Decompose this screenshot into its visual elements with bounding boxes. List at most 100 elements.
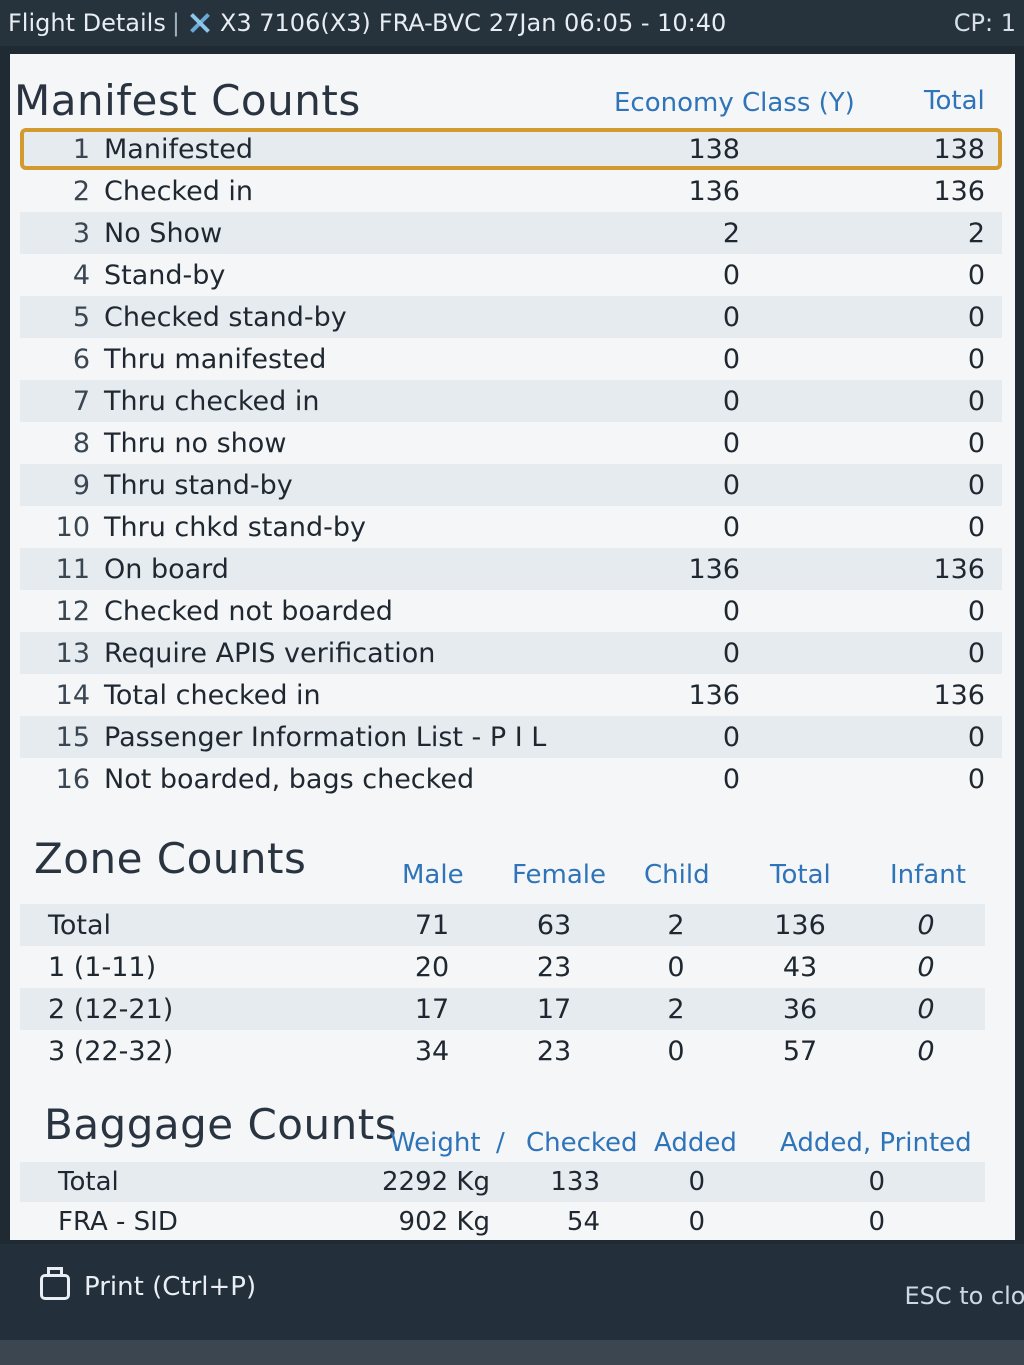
zone-male-value: 17 [414,993,450,1025]
zone-row[interactable]: 3 (22-32) 34 23 0 57 0 [20,1030,985,1072]
manifest-row-number: 6 [72,343,90,375]
manifest-row-number: 12 [55,595,90,627]
manifest-row[interactable]: 7 Thru checked in 0 0 [20,380,1002,422]
manifest-total-value: 0 [967,427,985,459]
manifest-total-value: 0 [967,469,985,501]
manifest-row[interactable]: 8 Thru no show 0 0 [20,422,1002,464]
manifest-row[interactable]: 1 Manifested 138 138 [20,128,1002,170]
manifest-row[interactable]: 3 No Show 2 2 [20,212,1002,254]
zone-row[interactable]: 1 (1-11) 20 23 0 43 0 [20,946,985,988]
zone-infant-value: 0 [917,909,935,941]
zone-child-value: 2 [667,993,685,1025]
baggage-table: Total 2292 Kg 133 0 0 FRA - SID 902 Kg 54 0 0 [20,1162,985,1242]
flight-date-time: 27Jan 06:05 - 10:40 [488,9,727,37]
zone-counts-title: Zone Counts [34,834,307,883]
zone-infant-value: 0 [917,951,935,983]
zone-male-value: 71 [414,909,450,941]
zone-female-value: 23 [536,1035,572,1067]
manifest-row-number: 1 [72,133,90,165]
zone-total-header: Total [770,860,831,890]
manifest-counts-title: Manifest Counts [14,76,361,125]
manifest-row[interactable]: 15 Passenger Information List - P I L 0 0 [20,716,1002,758]
manifest-row-number: 9 [72,469,90,501]
zone-male-value: 34 [414,1035,450,1067]
manifest-row[interactable]: 5 Checked stand-by 0 0 [20,296,1002,338]
manifest-economy-value: 2 [722,217,740,249]
manifest-row[interactable]: 6 Thru manifested 0 0 [20,338,1002,380]
manifest-row[interactable]: 16 Not boarded, bags checked 0 0 [20,758,1002,800]
manifest-row-label: Checked in [104,175,254,207]
manifest-row[interactable]: 12 Checked not boarded 0 0 [20,590,1002,632]
manifest-row-number: 13 [55,637,90,669]
zone-row-label: 3 (22-32) [48,1035,174,1067]
esc-close-hint[interactable]: ESC to clos [904,1282,1024,1310]
manifest-row-number: 10 [55,511,90,543]
manifest-row-label: Not boarded, bags checked [104,763,475,795]
baggage-row-label: FRA - SID [58,1207,178,1237]
manifest-total-header: Total [924,86,985,116]
route: FRA-BVC [378,9,481,37]
zone-child-value: 0 [667,1035,685,1067]
manifest-row-label: Passenger Information List - P I L [104,721,547,753]
manifest-row-number: 15 [55,721,90,753]
zone-row-label: 1 (1-11) [48,951,157,983]
baggage-row[interactable]: Total 2292 Kg 133 0 0 [20,1162,985,1202]
manifest-row[interactable]: 4 Stand-by 0 0 [20,254,1002,296]
manifest-row-label: On board [104,553,229,585]
manifest-economy-value: 0 [722,511,740,543]
zone-total-value: 36 [782,993,818,1025]
manifest-row-number: 5 [72,301,90,333]
manifest-row-number: 14 [55,679,90,711]
print-button[interactable]: Print (Ctrl+P) [40,1267,257,1302]
baggage-counts-title: Baggage Counts [44,1100,398,1149]
manifest-economy-value: 136 [688,553,740,585]
manifest-row[interactable]: 10 Thru chkd stand-by 0 0 [20,506,1002,548]
manifest-total-value: 0 [967,595,985,627]
zone-female-value: 63 [536,909,572,941]
manifest-row-label: Stand-by [104,259,226,291]
manifest-total-value: 0 [967,763,985,795]
manifest-economy-value: 0 [722,763,740,795]
printer-icon [40,1267,70,1300]
baggage-added-printed-value: 0 [868,1167,885,1197]
manifest-row-label: Thru checked in [104,385,320,417]
manifest-total-value: 138 [933,133,985,165]
manifest-row[interactable]: 2 Checked in 136 136 [20,170,1002,212]
baggage-checked-value: 133 [550,1167,600,1197]
zone-infant-header: Infant [890,860,966,890]
manifest-table: 1 Manifested 138 138 2 Checked in 136 136 3 No Sh… [20,128,1002,800]
manifest-economy-value: 136 [688,175,740,207]
manifest-row[interactable]: 9 Thru stand-by 0 0 [20,464,1002,506]
zone-row[interactable]: 2 (12-21) 17 17 2 36 0 [20,988,985,1030]
title-separator: | [171,9,180,37]
airline-logo-icon [186,11,212,35]
baggage-row[interactable]: FRA - SID 902 Kg 54 0 0 [20,1202,985,1242]
zone-row[interactable]: Total 71 63 2 136 0 [20,904,985,946]
zone-male-value: 20 [414,951,450,983]
manifest-row-label: Checked stand-by [104,301,347,333]
flight-number: X3 7106(X3) [219,9,371,37]
manifest-economy-value: 0 [722,385,740,417]
baggage-added-header: Added [654,1128,737,1158]
cp-indicator: CP: 1 [953,9,1016,37]
manifest-row-number: 3 [72,217,90,249]
baggage-added-printed-header: Added, Printed [780,1128,972,1158]
print-label: Print (Ctrl+P) [84,1272,257,1302]
manifest-row[interactable]: 11 On board 136 136 [20,548,1002,590]
baggage-added-value: 0 [688,1207,705,1237]
manifest-total-value: 0 [967,637,985,669]
economy-class-header: Economy Class (Y) [614,88,855,118]
manifest-economy-value: 0 [722,301,740,333]
manifest-row[interactable]: 13 Require APIS verification 0 0 [20,632,1002,674]
zone-row-label: 2 (12-21) [48,993,174,1025]
manifest-row[interactable]: 14 Total checked in 136 136 [20,674,1002,716]
manifest-row-number: 16 [55,763,90,795]
title-bar: Flight Details | X3 7106(X3) FRA-BVC 27J… [0,0,1024,46]
baggage-weight-value: 2292 Kg [382,1167,490,1197]
manifest-total-value: 0 [967,301,985,333]
manifest-total-value: 2 [967,217,985,249]
manifest-economy-value: 0 [722,637,740,669]
manifest-row-label: No Show [104,217,223,249]
manifest-economy-value: 136 [688,679,740,711]
zone-female-value: 23 [536,951,572,983]
